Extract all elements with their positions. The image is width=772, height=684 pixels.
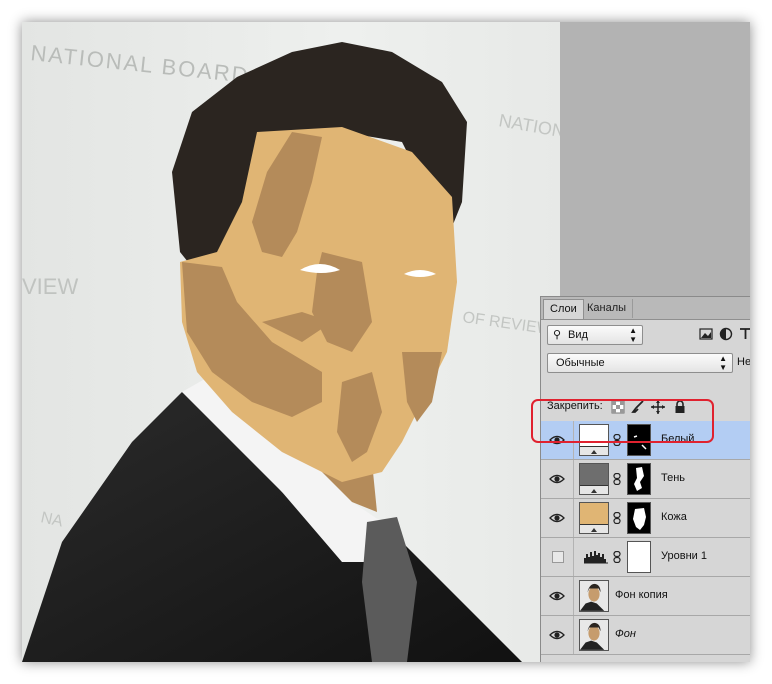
layer-thumbnail[interactable] (579, 619, 609, 651)
eye-icon[interactable] (549, 472, 565, 486)
eye-icon[interactable] (549, 628, 565, 642)
link-chain-icon[interactable] (613, 512, 621, 524)
layer-mask-thumbnail[interactable] (627, 502, 651, 534)
layers-panel: Слои Каналы ⚲ Вид ▲ ▼ Обычные ▲ ▼ Не Закре… (540, 296, 750, 662)
filter-type-icon[interactable] (739, 327, 750, 341)
eye-icon[interactable] (549, 511, 565, 525)
visibility-toggle-off[interactable] (552, 551, 564, 563)
blend-mode-dropdown[interactable]: Обычные ▲ ▼ (547, 353, 733, 373)
link-chain-icon[interactable] (613, 551, 621, 563)
filter-kind-label: Вид (568, 329, 588, 341)
chevron-updown-icon: ▲ ▼ (719, 354, 727, 372)
layer-mask-thumbnail[interactable] (627, 541, 651, 573)
link-chain-icon[interactable] (613, 473, 621, 485)
layer-thumbnail[interactable] (579, 463, 609, 495)
layer-mask-thumbnail[interactable] (627, 463, 651, 495)
chevron-updown-icon: ▲ ▼ (629, 326, 637, 344)
tab-channels[interactable]: Каналы (581, 299, 634, 318)
layer-row-fon[interactable]: Фон (541, 616, 750, 655)
layer-row-ten[interactable]: Тень (541, 460, 750, 499)
levels-adjustment-icon[interactable] (583, 548, 609, 564)
eye-icon[interactable] (549, 589, 565, 603)
layer-filter-dropdown[interactable]: ⚲ Вид ▲ ▼ (547, 325, 643, 345)
selected-layer-highlight-annotation (531, 399, 714, 443)
opacity-label: Не (737, 356, 750, 368)
layer-name[interactable]: Уровни 1 (661, 550, 707, 562)
layer-thumbnail[interactable] (579, 580, 609, 612)
document-window: NATIONAL BOARD OF NATIONAL VIEW OF REVIE… (22, 22, 750, 662)
filter-pixel-icon[interactable] (699, 327, 713, 341)
canvas-image[interactable]: NATIONAL BOARD OF NATIONAL VIEW OF REVIE… (22, 22, 560, 662)
filter-adjustment-icon[interactable] (719, 327, 733, 341)
panel-tabs: Слои Каналы (541, 297, 750, 320)
layer-name[interactable]: Кожа (661, 511, 687, 523)
layer-thumbnail[interactable] (579, 502, 609, 534)
watermark-text: VIEW (22, 274, 78, 299)
layer-name[interactable]: Фон (615, 628, 636, 640)
layer-name[interactable]: Фон копия (615, 589, 668, 601)
layer-name[interactable]: Тень (661, 472, 685, 484)
layer-row-kozha[interactable]: Кожа (541, 499, 750, 538)
tab-layers[interactable]: Слои (543, 299, 584, 319)
blend-mode-value: Обычные (556, 357, 605, 369)
layer-row-fon-kopiya[interactable]: Фон копия (541, 577, 750, 616)
layer-row-urovni-1[interactable]: Уровни 1 (541, 538, 750, 577)
search-icon: ⚲ (553, 329, 562, 341)
